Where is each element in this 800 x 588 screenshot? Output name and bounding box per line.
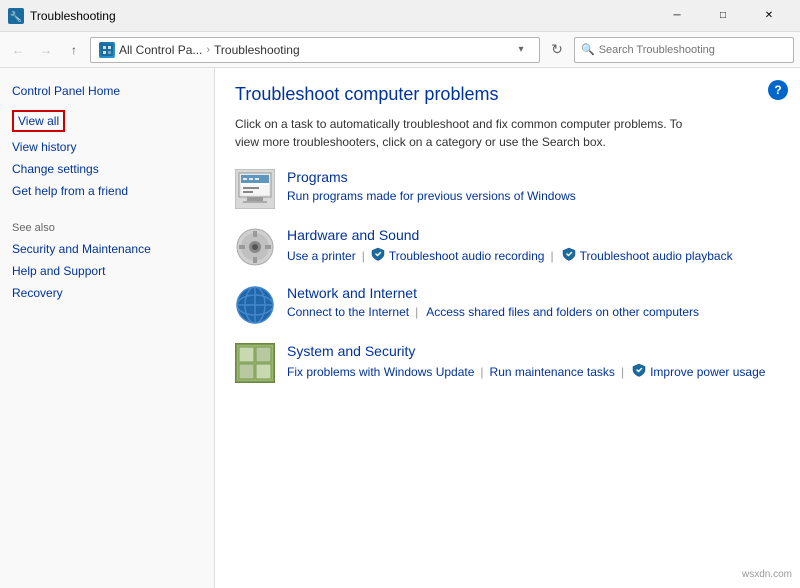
up-button[interactable]: ↑ <box>62 38 86 62</box>
main-layout: Control Panel Home View all View history C… <box>0 68 800 588</box>
search-input[interactable] <box>599 44 787 56</box>
content-area: ? Troubleshoot computer problems Click o… <box>215 68 800 588</box>
cat-link-hw-link-1[interactable]: Use a printer <box>287 249 356 263</box>
category-system: System and Security Fix problems with Win… <box>235 343 780 383</box>
close-button[interactable]: ✕ <box>746 0 792 32</box>
content-title: Troubleshoot computer problems <box>235 84 780 105</box>
network-icon <box>235 285 275 325</box>
category-title-network[interactable]: Network and Internet <box>287 285 699 301</box>
search-icon: 🔍 <box>581 43 595 56</box>
cat-link-hw-link-3[interactable]: Troubleshoot audio playback <box>580 249 733 263</box>
watermark: wsxdn.com <box>742 569 792 580</box>
sidebar-item-view-all[interactable]: View all <box>12 110 65 132</box>
address-dropdown-button[interactable]: ▾ <box>511 37 531 63</box>
shield-icon <box>632 363 646 377</box>
hardware-icon <box>235 227 275 267</box>
app-icon: 🔧 <box>8 8 24 24</box>
address-content: All Control Pa... › Troubleshooting <box>99 42 511 58</box>
cat-link-sys-link-2[interactable]: Run maintenance tasks <box>490 365 615 379</box>
sidebar-links: View all View history Change settings Get h… <box>12 110 202 198</box>
address-separator: › <box>206 44 210 56</box>
minimize-button[interactable]: ─ <box>654 0 700 32</box>
category-network: Network and Internet Connect to the Inter… <box>235 285 780 325</box>
system-icon <box>235 343 275 383</box>
shield-icon <box>562 247 576 261</box>
cat-link-sys-link-3[interactable]: Improve power usage <box>650 365 765 379</box>
sidebar-home-link[interactable]: Control Panel Home <box>12 84 202 98</box>
content-description: Click on a task to automatically trouble… <box>235 115 705 151</box>
refresh-button[interactable]: ↻ <box>544 37 570 63</box>
see-also-item-security[interactable]: Security and Maintenance <box>12 242 202 256</box>
category-title-programs[interactable]: Programs <box>287 169 576 185</box>
category-links-hardware: Use a printer| Troubleshoot audio record… <box>287 247 733 264</box>
category-title-hardware[interactable]: Hardware and Sound <box>287 227 733 243</box>
programs-icon <box>235 169 275 209</box>
address-icon <box>99 42 115 58</box>
title-bar: 🔧 Troubleshooting ─ □ ✕ <box>0 0 800 32</box>
svg-text:🔧: 🔧 <box>10 10 22 23</box>
sidebar-item-get-help[interactable]: Get help from a friend <box>12 184 202 198</box>
help-button[interactable]: ? <box>768 80 788 100</box>
see-also-title: See also <box>12 222 202 234</box>
cat-link-net-link-1[interactable]: Connect to the Internet <box>287 305 409 319</box>
cat-link-hw-link-2[interactable]: Troubleshoot audio recording <box>389 249 545 263</box>
category-links-system: Fix problems with Windows Update|Run mai… <box>287 363 765 380</box>
sidebar-item-change-settings[interactable]: Change settings <box>12 162 202 176</box>
sidebar: Control Panel Home View all View history C… <box>0 68 215 588</box>
forward-button[interactable]: → <box>34 38 58 62</box>
cat-link-sys-link-1[interactable]: Fix problems with Windows Update <box>287 365 474 379</box>
sidebar-item-view-history[interactable]: View history <box>12 140 202 154</box>
category-links-programs: Run programs made for previous versions … <box>287 189 576 203</box>
window-controls: ─ □ ✕ <box>654 0 792 32</box>
category-programs: Programs Run programs made for previous v… <box>235 169 780 209</box>
window-title: Troubleshooting <box>30 9 654 23</box>
shield-icon <box>371 247 385 261</box>
address-field[interactable]: All Control Pa... › Troubleshooting ▾ <box>90 37 540 63</box>
maximize-button[interactable]: □ <box>700 0 746 32</box>
category-title-system[interactable]: System and Security <box>287 343 765 359</box>
see-also-item-recovery[interactable]: Recovery <box>12 286 202 300</box>
search-box[interactable]: 🔍 <box>574 37 794 63</box>
see-also-links: Security and Maintenance Help and Support… <box>12 242 202 300</box>
address-bar: ← → ↑ All Control Pa... › Troubleshootin… <box>0 32 800 68</box>
cat-link-prog-link-1[interactable]: Run programs made for previous versions … <box>287 189 576 203</box>
see-also-item-help[interactable]: Help and Support <box>12 264 202 278</box>
category-hardware: Hardware and Sound Use a printer| Trouble… <box>235 227 780 267</box>
cat-link-net-link-2[interactable]: Access shared files and folders on other… <box>426 305 699 319</box>
category-links-network: Connect to the Internet|Access shared fi… <box>287 305 699 319</box>
back-button[interactable]: ← <box>6 38 30 62</box>
address-current: Troubleshooting <box>214 43 300 57</box>
address-short: All Control Pa... <box>119 43 202 57</box>
categories-list: Programs Run programs made for previous v… <box>235 169 780 383</box>
